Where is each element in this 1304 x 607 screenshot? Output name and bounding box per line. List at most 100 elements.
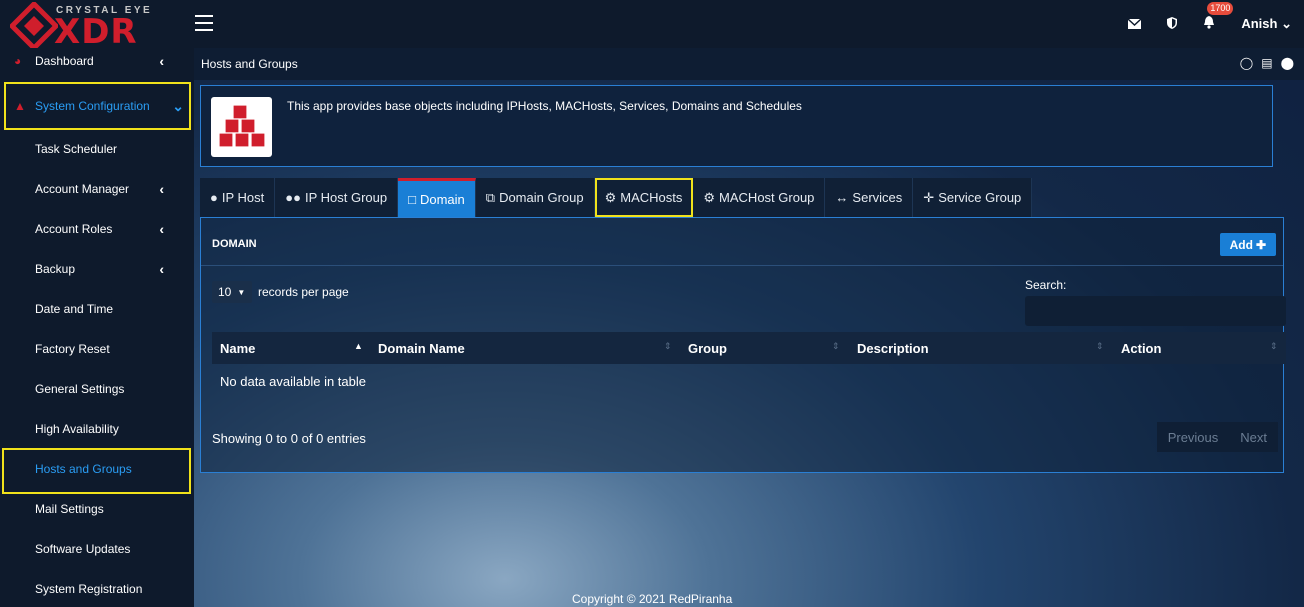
records-per-page-select[interactable]: 10 ▼ (212, 281, 252, 303)
sidebar-item-mail-settings[interactable]: Mail Settings (0, 489, 194, 529)
chevron-left-icon: ‹ (159, 221, 164, 237)
sidebar-item-factory-reset[interactable]: Factory Reset (0, 329, 194, 369)
sidebar-item-software-updates[interactable]: Software Updates (0, 529, 194, 569)
arrows-h-icon: ↔ (835, 190, 849, 205)
sidebar-item-high-availability[interactable]: High Availability (0, 409, 194, 449)
tab-label: MACHost Group (719, 190, 815, 205)
gear-icon: ⚙ (604, 189, 617, 205)
sidebar-item-label: Dashboard (35, 54, 94, 68)
sidebar-item-account-roles[interactable]: Account Roles ‹ (0, 209, 194, 249)
tab-label: IP Host (221, 190, 265, 205)
plus-icon: ✚ (1255, 237, 1266, 252)
book-icon[interactable]: ▤ (1261, 56, 1272, 70)
gears-icon: ⚙ (703, 189, 716, 205)
column-header-domain-name[interactable]: Domain Name (378, 341, 465, 356)
add-button-label: Add (1229, 237, 1253, 252)
column-header-action[interactable]: Action (1121, 341, 1161, 356)
user-icon: ● (210, 190, 218, 205)
menu-toggle-icon[interactable] (195, 15, 213, 31)
highlight-system-configuration (4, 82, 191, 130)
sidebar-item-system-registration[interactable]: System Registration (0, 569, 194, 607)
next-button[interactable]: Next (1229, 422, 1278, 452)
domain-panel: DOMAIN Add ✚ 10 ▼ records per page Searc… (200, 217, 1286, 473)
sort-icon: ⇕ (1096, 341, 1104, 351)
panel-header: DOMAIN Add ✚ (201, 218, 1283, 266)
sidebar-item-task-scheduler[interactable]: Task Scheduler (0, 129, 194, 169)
column-header-description[interactable]: Description (857, 341, 929, 356)
notification-badge: 1700 (1207, 2, 1234, 15)
sidebar-item-label: System Registration (35, 582, 143, 596)
tab-bar: ● IP Host ●● IP Host Group □ Domain ⧉ Domain… (200, 178, 1033, 217)
app-info-box: This app provides base objects including… (200, 85, 1273, 167)
sidebar-item-label: Mail Settings (35, 502, 104, 516)
clone-icon: ⧉ (485, 189, 496, 205)
top-bar: CRYSTAL EYE XDR 1700 Anish ⌄ (0, 0, 1304, 52)
sidebar-item-label: Software Updates (35, 542, 131, 556)
tab-services[interactable]: ↔ Services (825, 178, 914, 217)
tab-ip-host[interactable]: ● IP Host (200, 178, 276, 217)
user-menu[interactable]: Anish ⌄ (1241, 16, 1292, 32)
bell-icon[interactable]: 1700 (1203, 2, 1234, 32)
app-logo (211, 97, 272, 157)
tab-label: Domain (419, 191, 465, 207)
tab-label: Service Group (938, 190, 1022, 205)
caret-down-icon: ▼ (237, 287, 246, 297)
sidebar-item-label: Account Manager (35, 182, 130, 196)
main-content: Hosts and Groups ◯ ▤ ⬤ This app provides… (194, 48, 1304, 607)
sidebar-item-backup[interactable]: Backup ‹ (0, 249, 194, 289)
column-header-group[interactable]: Group (688, 341, 727, 356)
dashboard-icon: ◕ (14, 54, 22, 68)
previous-button[interactable]: Previous (1156, 422, 1230, 452)
sidebar-item-date-and-time[interactable]: Date and Time (0, 289, 194, 329)
tab-service-group[interactable]: ✛ Service Group (913, 178, 1033, 217)
cubes-icon (218, 104, 266, 148)
sidebar-item-general-settings[interactable]: General Settings (0, 369, 194, 409)
sidebar-item-dashboard[interactable]: ◕ Dashboard ‹ (0, 41, 194, 81)
sidebar-item-label: Backup (35, 262, 76, 276)
sidebar: ◕ Dashboard ‹ ▲ System Configuration ⌄ T… (0, 48, 194, 607)
toggle-icon[interactable]: ⬤ (1281, 56, 1294, 70)
search-input[interactable] (1025, 296, 1286, 326)
search-label: Search: (1025, 278, 1067, 292)
sort-icon: ⇕ (832, 341, 840, 351)
lightbulb-icon[interactable]: ◯ (1240, 56, 1253, 70)
domain-table: Name ▲ Domain Name ⇕ Group ⇕ Description… (212, 332, 1286, 398)
tab-label: IP Host Group (304, 190, 388, 205)
tab-ip-host-group[interactable]: ●● IP Host Group (275, 178, 399, 217)
records-per-page-label: records per page (258, 285, 349, 299)
users-icon: ●● (285, 190, 301, 205)
sidebar-item-label: High Availability (35, 422, 119, 436)
chevron-left-icon: ‹ (159, 181, 164, 197)
tab-machosts[interactable]: ⚙ MACHosts (594, 178, 694, 217)
shield-icon[interactable] (1167, 16, 1178, 32)
file-icon: □ (408, 191, 416, 207)
column-header-name[interactable]: Name (220, 341, 255, 356)
empty-table-row: No data available in table (220, 373, 366, 389)
sort-icon: ⇕ (1270, 341, 1278, 351)
table-header: Name ▲ Domain Name ⇕ Group ⇕ Description… (212, 332, 1286, 364)
sidebar-item-account-manager[interactable]: Account Manager ‹ (0, 169, 194, 209)
sidebar-item-label: General Settings (35, 382, 125, 396)
app-description: This app provides base objects including… (287, 99, 802, 113)
tab-label: Services (852, 190, 903, 205)
user-name: Anish (1241, 16, 1278, 31)
tab-domain[interactable]: □ Domain (398, 178, 476, 217)
tab-domain-group[interactable]: ⧉ Domain Group (475, 178, 595, 217)
records-per-page-value: 10 (218, 285, 232, 299)
breadcrumb-bar: Hosts and Groups ◯ ▤ ⬤ (194, 48, 1304, 80)
pagination: Previous Next (1156, 422, 1278, 452)
chevron-left-icon: ‹ (159, 261, 164, 277)
sort-asc-icon: ▲ (354, 341, 363, 351)
tab-label: Domain Group (499, 190, 584, 205)
envelope-icon[interactable] (1127, 17, 1142, 32)
panel-title: DOMAIN (212, 238, 257, 250)
sort-icon: ⇕ (664, 341, 672, 351)
copyright: Copyright © 2021 RedPiranha (572, 592, 733, 606)
arrows-icon: ✛ (923, 189, 935, 205)
sidebar-item-label: Factory Reset (35, 342, 110, 356)
sidebar-item-label: Date and Time (35, 302, 114, 316)
tab-machost-group[interactable]: ⚙ MACHost Group (693, 178, 826, 217)
add-button[interactable]: Add ✚ (1219, 233, 1276, 256)
sidebar-item-label: Task Scheduler (35, 142, 118, 156)
highlight-hosts-and-groups (2, 448, 191, 494)
